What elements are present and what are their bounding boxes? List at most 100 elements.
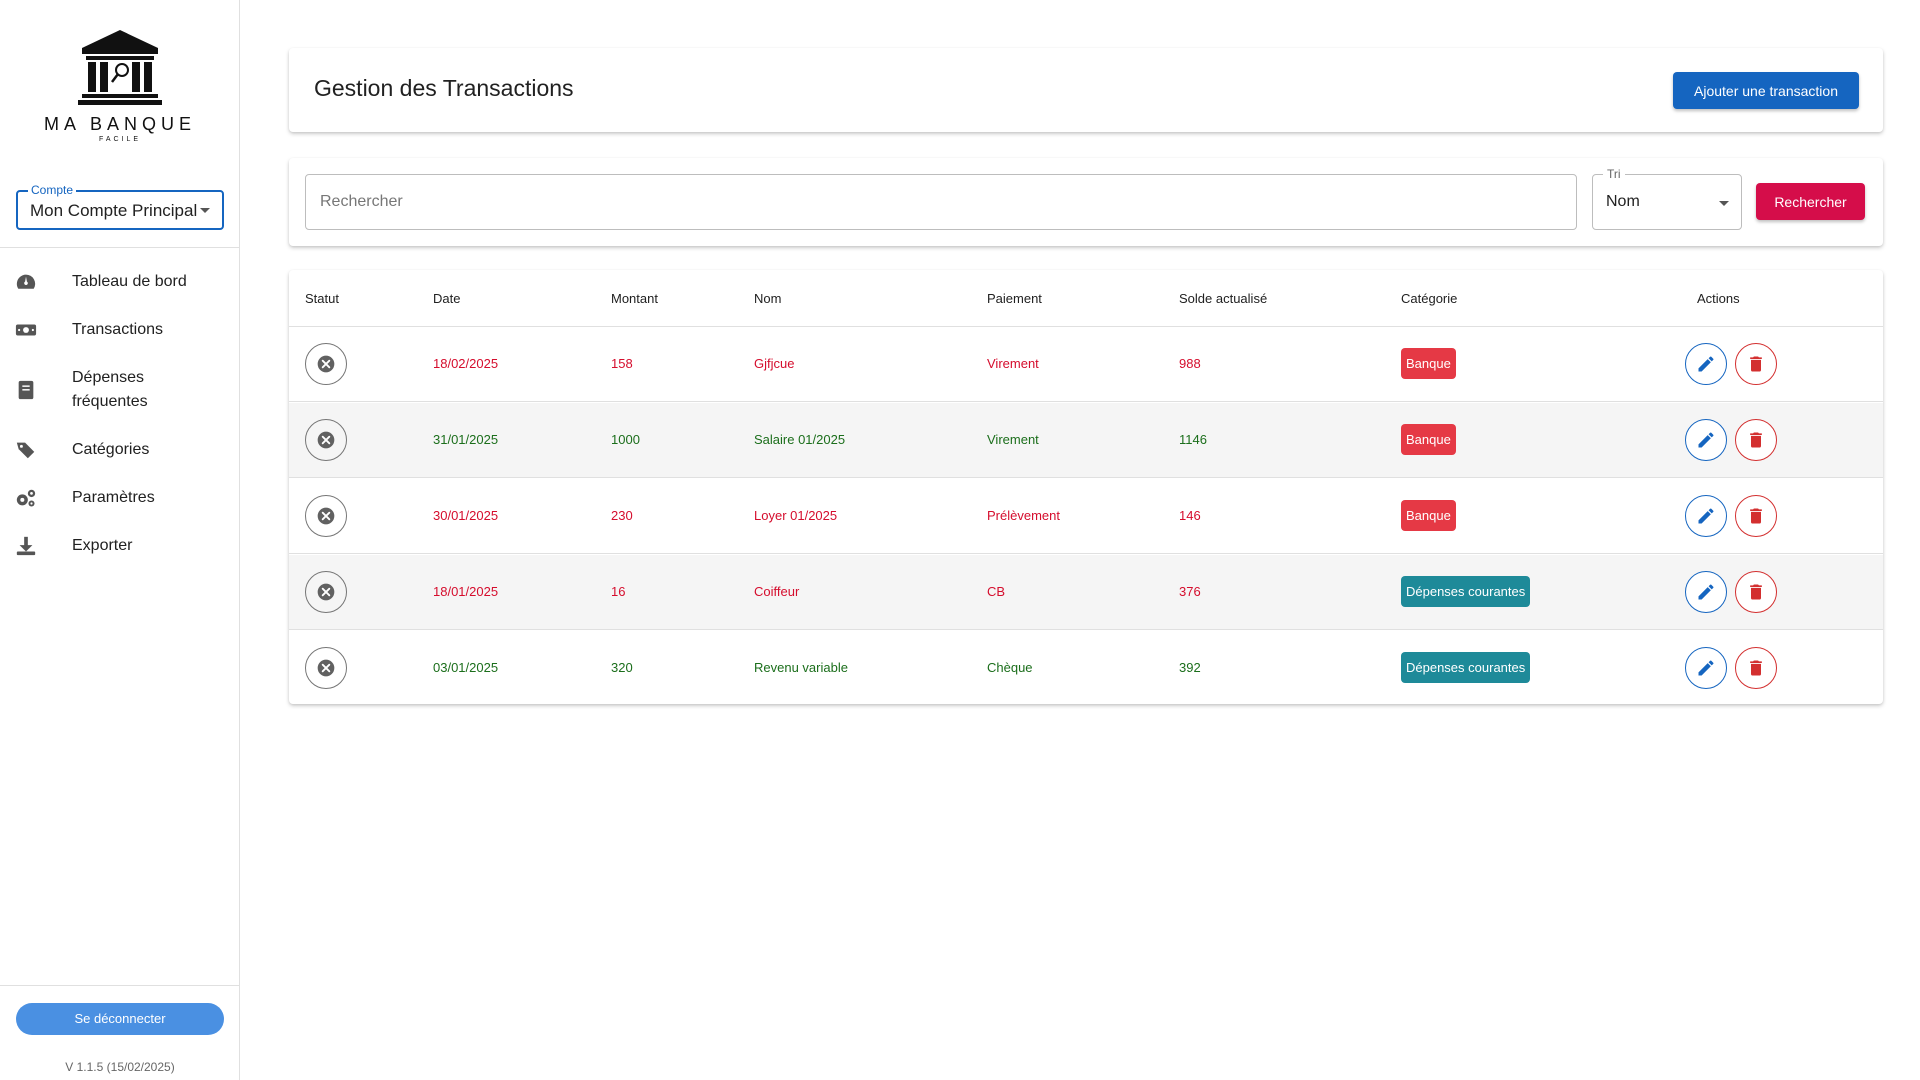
balance-cell: 988 bbox=[1179, 356, 1201, 371]
date-cell: 18/02/2025 bbox=[433, 356, 499, 371]
column-header: Montant bbox=[611, 291, 658, 306]
search-input[interactable] bbox=[306, 175, 1576, 229]
delete-button[interactable] bbox=[1735, 495, 1777, 537]
search-field bbox=[305, 174, 1577, 230]
sort-select-value: Nom bbox=[1606, 193, 1640, 210]
name-cell: Loyer 01/2025 bbox=[754, 508, 838, 523]
table-row: 18/02/2025 158 Gjfjcue Virement 988 Banque bbox=[289, 327, 1883, 402]
pencil-icon bbox=[1698, 432, 1714, 448]
trash-icon bbox=[1750, 356, 1762, 372]
table-header: Statut Date Montant Nom Paiement Solde a… bbox=[289, 270, 1883, 327]
table-row: 03/01/2025 320 Revenu variable Chèque 392 Dép… bbox=[289, 631, 1883, 704]
nav-item-categories[interactable]: Catégories bbox=[0, 426, 240, 474]
nav-item-label: Paramètres bbox=[72, 489, 155, 506]
edit-button[interactable] bbox=[1685, 571, 1727, 613]
tags-icon bbox=[14, 438, 38, 462]
app-version: V 1.1.5 (15/02/2025) bbox=[65, 1060, 175, 1074]
balance-cell: 146 bbox=[1179, 508, 1201, 523]
cancel-circle-icon bbox=[317, 355, 335, 373]
nav-item-frequent-expenses[interactable]: Dépenses fréquentes bbox=[0, 354, 240, 426]
column-header: Statut bbox=[305, 291, 339, 306]
cancel-circle-icon bbox=[317, 507, 335, 525]
table-row: 18/01/2025 16 Coiffeur CB 376 Dépenses couran… bbox=[289, 555, 1883, 630]
account-select[interactable]: Compte Mon Compte Principal bbox=[16, 183, 224, 230]
money-icon bbox=[14, 318, 38, 342]
nav-item-export[interactable]: Exporter bbox=[0, 522, 240, 570]
nav-item-label: Exporter bbox=[72, 537, 133, 554]
date-cell: 31/01/2025 bbox=[433, 432, 499, 447]
payment-cell: Chèque bbox=[987, 660, 1033, 675]
column-header: Solde actualisé bbox=[1179, 291, 1268, 306]
pencil-icon bbox=[1698, 356, 1714, 372]
name-cell: Coiffeur bbox=[754, 584, 800, 599]
column-header: Actions bbox=[1697, 291, 1740, 306]
amount-cell: 1000 bbox=[611, 432, 640, 447]
transactions-table: Statut Date Montant Nom Paiement Solde a… bbox=[289, 270, 1883, 704]
category-badge: Banque bbox=[1401, 500, 1456, 531]
date-cell: 03/01/2025 bbox=[433, 660, 499, 675]
delete-button[interactable] bbox=[1735, 419, 1777, 461]
edit-button[interactable] bbox=[1685, 647, 1727, 689]
nav-item-label: Transactions bbox=[72, 321, 163, 338]
search-button[interactable]: Rechercher bbox=[1756, 183, 1865, 220]
status-toggle-button[interactable] bbox=[305, 343, 347, 385]
status-toggle-button[interactable] bbox=[305, 647, 347, 689]
category-badge: Banque bbox=[1401, 424, 1456, 455]
amount-cell: 158 bbox=[611, 356, 633, 371]
divider bbox=[0, 985, 240, 986]
name-cell: Salaire 01/2025 bbox=[754, 432, 846, 447]
nav-item-settings[interactable]: Paramètres bbox=[0, 474, 240, 522]
add-transaction-button[interactable]: Ajouter une transaction bbox=[1673, 72, 1859, 109]
column-header: Catégorie bbox=[1401, 291, 1458, 306]
chevron-down-icon bbox=[200, 208, 210, 213]
payment-cell: Virement bbox=[987, 432, 1039, 447]
balance-cell: 392 bbox=[1179, 660, 1201, 675]
brand-tagline: FACILE bbox=[98, 136, 142, 143]
payment-cell: Prélèvement bbox=[987, 508, 1060, 523]
amount-cell: 320 bbox=[611, 660, 633, 675]
trash-icon bbox=[1750, 660, 1762, 676]
edit-button[interactable] bbox=[1685, 495, 1727, 537]
payment-cell: Virement bbox=[987, 356, 1039, 371]
nav-item-dashboard[interactable]: Tableau de bord bbox=[0, 258, 240, 306]
brand-name: MA BANQUE bbox=[43, 114, 197, 134]
column-header: Paiement bbox=[987, 291, 1042, 306]
balance-cell: 1146 bbox=[1179, 432, 1207, 447]
search-bar: Tri Nom Rechercher bbox=[289, 158, 1883, 246]
sort-select[interactable]: Tri Nom bbox=[1592, 167, 1742, 230]
book-icon bbox=[14, 378, 38, 402]
category-badge: Dépenses courantes bbox=[1401, 576, 1531, 607]
account-select-label: Compte bbox=[28, 183, 77, 197]
sort-select-label: Tri bbox=[1603, 167, 1625, 181]
nav-item-transactions[interactable]: Transactions bbox=[0, 306, 240, 354]
column-header: Date bbox=[433, 291, 461, 306]
amount-cell: 16 bbox=[611, 584, 626, 599]
nav-item-label: Tableau de bord bbox=[72, 273, 187, 290]
nav-item-label: Dépenses fréquentes bbox=[72, 369, 148, 410]
status-toggle-button[interactable] bbox=[305, 571, 347, 613]
download-icon bbox=[14, 534, 38, 558]
category-badge: Dépenses courantes bbox=[1401, 652, 1531, 683]
category-badge: Banque bbox=[1401, 348, 1456, 379]
page-title: Gestion des Transactions bbox=[314, 75, 574, 101]
nav-item-label: Catégories bbox=[72, 441, 150, 458]
edit-button[interactable] bbox=[1685, 343, 1727, 385]
status-toggle-button[interactable] bbox=[305, 419, 347, 461]
pencil-icon bbox=[1698, 508, 1714, 524]
bank-logo: MA BANQUE FACILE bbox=[0, 28, 240, 143]
delete-button[interactable] bbox=[1735, 571, 1777, 613]
delete-button[interactable] bbox=[1735, 647, 1777, 689]
date-cell: 18/01/2025 bbox=[433, 584, 499, 599]
logout-button[interactable]: Se déconnecter bbox=[16, 1003, 224, 1035]
page-header: Gestion des Transactions Ajouter une tra… bbox=[289, 48, 1883, 132]
trash-icon bbox=[1750, 584, 1762, 600]
edit-button[interactable] bbox=[1685, 419, 1727, 461]
column-header: Nom bbox=[754, 291, 782, 306]
payment-cell: CB bbox=[987, 584, 1006, 599]
dashboard-icon bbox=[14, 270, 38, 294]
sidebar: MA BANQUE FACILE Compte Mon Compte Princ… bbox=[0, 0, 240, 1080]
name-cell: Revenu variable bbox=[754, 660, 848, 675]
delete-button[interactable] bbox=[1735, 343, 1777, 385]
date-cell: 30/01/2025 bbox=[433, 508, 499, 523]
status-toggle-button[interactable] bbox=[305, 495, 347, 537]
